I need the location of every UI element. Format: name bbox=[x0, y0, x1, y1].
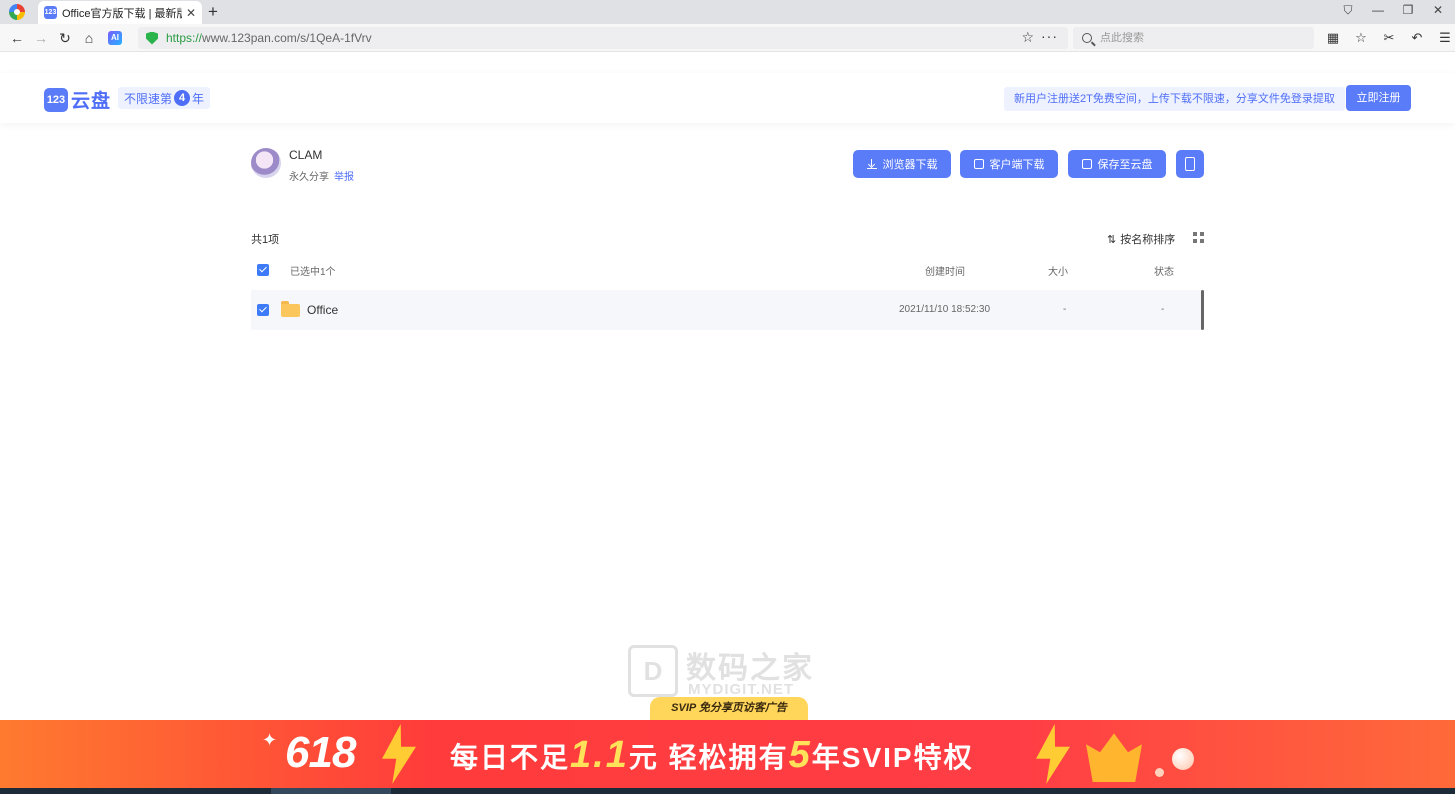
save-to-cloud-label: 保存至云盘 bbox=[1097, 159, 1153, 171]
sparkle-icon: ✦ bbox=[262, 730, 278, 750]
watermark-en-text: MYDIGIT.NET bbox=[688, 681, 795, 698]
watermark: D 数码之家 MYDIGIT.NET bbox=[628, 643, 828, 699]
table-row[interactable]: Office 2021/11/10 18:52:30 - - bbox=[251, 290, 1204, 330]
share-term: 永久分享 bbox=[289, 172, 329, 183]
download-icon bbox=[866, 159, 877, 169]
url-path: www.123pan.com/s/1QeA-1fVrv bbox=[202, 31, 372, 45]
ad-headline: 每日不足1.1元 轻松拥有5年SVIP特权 bbox=[450, 734, 974, 777]
item-count: 共1项 bbox=[251, 234, 280, 246]
apps-grid-icon[interactable]: ▦ bbox=[1325, 29, 1341, 47]
menu-icon[interactable]: ☰ bbox=[1437, 29, 1453, 47]
ad-years: 5 bbox=[788, 734, 812, 776]
logo-text: 云盘 bbox=[71, 91, 112, 112]
folder-icon bbox=[281, 301, 300, 317]
column-status: 状态 bbox=[1154, 267, 1174, 278]
browser-tab-bar: 123 Office官方版下载 | 最新版下载 ✕ + ⛉ — ❐ ✕ bbox=[0, 0, 1455, 24]
sort-label: 按名称排序 bbox=[1120, 234, 1176, 246]
avatar bbox=[251, 148, 281, 178]
browser-search-input[interactable] bbox=[1100, 32, 1300, 44]
browser-search-box[interactable] bbox=[1073, 27, 1314, 49]
logo-mark-icon: 123 bbox=[44, 87, 68, 112]
column-created-time[interactable]: 创建时间 bbox=[925, 263, 965, 278]
ad-618-text: 618 bbox=[285, 728, 356, 777]
browser-tab[interactable]: 123 Office官方版下载 | 最新版下载 ✕ bbox=[38, 1, 202, 24]
scissors-icon[interactable]: ✂ bbox=[1381, 29, 1397, 47]
client-download-label: 客户端下载 bbox=[989, 159, 1045, 171]
more-icon[interactable]: ··· bbox=[1041, 28, 1058, 44]
shirt-skin-icon[interactable]: ⛉ bbox=[1341, 3, 1355, 18]
decor-dot bbox=[1155, 768, 1164, 777]
tab-close-icon[interactable]: ✕ bbox=[186, 6, 196, 20]
taskbar-active-item[interactable] bbox=[271, 788, 391, 794]
phone-icon bbox=[1185, 157, 1195, 171]
save-to-cloud-button[interactable]: 保存至云盘 bbox=[1068, 150, 1166, 178]
minimize-icon[interactable]: — bbox=[1371, 3, 1385, 18]
share-owner-name: CLAM bbox=[289, 148, 323, 162]
favorites-icon[interactable]: ☆ bbox=[1353, 29, 1369, 47]
list-scrollbar[interactable] bbox=[1201, 290, 1204, 330]
select-all-checkbox[interactable] bbox=[257, 264, 269, 276]
file-status: - bbox=[1161, 304, 1165, 315]
slogan-number: 4 bbox=[174, 90, 191, 106]
reload-icon[interactable]: ↻ bbox=[56, 29, 74, 47]
browser-download-button[interactable]: 浏览器下载 bbox=[853, 150, 951, 178]
tab-title: Office官方版下载 | 最新版下载 bbox=[62, 7, 182, 20]
watermark-house-icon: D bbox=[628, 645, 678, 697]
home-icon[interactable]: ⌂ bbox=[80, 29, 98, 47]
file-size: - bbox=[1063, 304, 1067, 315]
lightning-icon-right bbox=[1036, 724, 1070, 784]
mobile-view-button[interactable] bbox=[1176, 150, 1204, 178]
undo-icon[interactable]: ↶ bbox=[1409, 29, 1425, 47]
decor-ball bbox=[1172, 748, 1194, 770]
crown-icon bbox=[1086, 733, 1142, 782]
svip-ad-banner[interactable]: ✦ 618 每日不足1.1元 轻松拥有5年SVIP特权 bbox=[0, 720, 1455, 788]
ad-price: 1.1 bbox=[570, 734, 629, 776]
client-app-icon bbox=[973, 159, 984, 169]
sort-icon: ⇅ bbox=[1107, 233, 1117, 246]
os-taskbar bbox=[0, 788, 1455, 794]
row-checkbox[interactable] bbox=[257, 304, 269, 316]
close-window-icon[interactable]: ✕ bbox=[1431, 3, 1445, 18]
tab-favicon-icon: 123 bbox=[44, 6, 57, 19]
grid-view-icon[interactable] bbox=[1193, 232, 1204, 243]
slogan-prefix: 不限速第 bbox=[124, 91, 173, 106]
url-bar[interactable]: https:// www.123pan.com/s/1QeA-1fVrv ☆ ·… bbox=[138, 27, 1068, 49]
column-size[interactable]: 大小 bbox=[1048, 263, 1068, 278]
bookmark-star-icon[interactable]: ☆ bbox=[1021, 29, 1034, 46]
restore-icon[interactable]: ❐ bbox=[1401, 3, 1415, 18]
ai-assistant-icon[interactable]: AI bbox=[108, 31, 122, 45]
site-header: 123 云盘 不限速第 4 年 新用户注册送2T免费空间，上传下载不限速，分享文… bbox=[0, 73, 1455, 123]
speed-slogan-badge: 不限速第 4 年 bbox=[118, 87, 211, 109]
address-toolbar: ← → ↻ ⌂ AI https:// www.123pan.com/s/1Qe… bbox=[0, 24, 1455, 52]
register-button[interactable]: 立即注册 bbox=[1346, 85, 1411, 111]
save-folder-icon bbox=[1081, 159, 1092, 169]
forward-icon[interactable]: → bbox=[32, 29, 50, 47]
file-name[interactable]: Office bbox=[307, 303, 338, 317]
file-created-time: 2021/11/10 18:52:30 bbox=[899, 304, 991, 315]
url-scheme: https:// bbox=[166, 31, 203, 45]
client-download-button[interactable]: 客户端下载 bbox=[960, 150, 1058, 178]
signup-promo-text: 新用户注册送2T免费空间，上传下载不限速，分享文件免登录提取 bbox=[1004, 87, 1345, 111]
browser-logo-icon[interactable] bbox=[9, 4, 25, 20]
list-header: 已选中1个 创建时间 大小 状态 bbox=[251, 258, 1204, 282]
ad-line-b: 元 轻松拥有 bbox=[628, 742, 789, 773]
ad-tag[interactable]: SVIP 免分享页访客广告 bbox=[650, 697, 808, 720]
report-link[interactable]: 举报 bbox=[334, 168, 354, 183]
browser-toolbar-icons: ▦ ☆ ✂ ↶ ☰ bbox=[1325, 29, 1453, 47]
ad-line-a: 每日不足 bbox=[450, 742, 571, 773]
lightning-icon bbox=[382, 724, 416, 784]
search-icon bbox=[1082, 33, 1092, 43]
ad-line-c: 年SVIP特权 bbox=[811, 742, 974, 773]
browser-download-label: 浏览器下载 bbox=[882, 159, 938, 171]
site-logo[interactable]: 123 云盘 bbox=[44, 86, 111, 113]
window-controls: ⛉ — ❐ ✕ bbox=[1341, 3, 1445, 18]
selected-count: 已选中1个 bbox=[290, 267, 336, 278]
sort-by-name-control[interactable]: ⇅ 按名称排序 bbox=[1107, 231, 1175, 247]
back-icon[interactable]: ← bbox=[8, 29, 26, 47]
slogan-suffix: 年 bbox=[192, 91, 205, 106]
new-tab-icon[interactable]: + bbox=[208, 2, 218, 22]
secure-shield-icon bbox=[146, 31, 158, 45]
